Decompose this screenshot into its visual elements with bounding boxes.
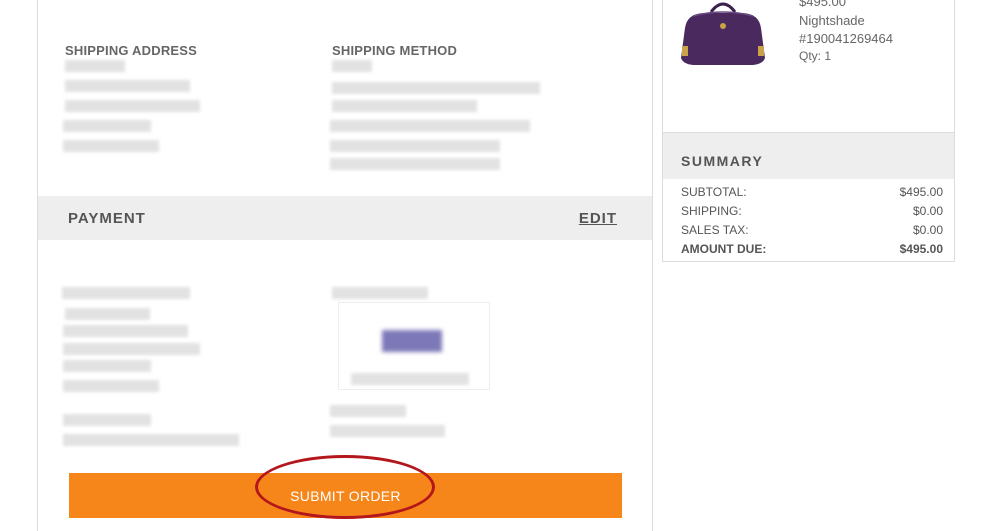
item-sku: #190041269464 (799, 31, 893, 46)
submit-order-button[interactable]: SUBMIT ORDER (69, 473, 622, 518)
edit-payment-link[interactable]: EDIT (579, 210, 617, 227)
payment-section-header: PAYMENT EDIT (38, 196, 652, 240)
summary-label: SHIPPING: (681, 204, 742, 218)
item-price: $495.00 (799, 0, 846, 9)
handbag-product-image (681, 2, 765, 65)
summary-label: AMOUNT DUE: (681, 242, 767, 256)
item-color: Nightshade (799, 13, 865, 28)
order-summary-panel: $495.00 Nightshade #190041269464 Qty: 1 … (662, 0, 955, 262)
summary-row-shipping: SHIPPING: $0.00 (681, 204, 943, 220)
summary-value: $495.00 (899, 185, 943, 199)
summary-row-amount-due: AMOUNT DUE: $495.00 (681, 242, 943, 258)
summary-value: $0.00 (912, 223, 943, 237)
summary-value: $0.00 (912, 204, 943, 218)
item-quantity: Qty: 1 (799, 49, 832, 63)
card-brand-icon (382, 330, 442, 352)
shipping-address-label: SHIPPING ADDRESS (65, 43, 198, 58)
summary-label: SUBTOTAL: (681, 185, 747, 199)
shipping-method-label: SHIPPING METHOD (332, 43, 458, 58)
summary-row-sales-tax: SALES TAX: $0.00 (681, 223, 943, 239)
summary-header: SUMMARY (663, 132, 954, 179)
summary-title: SUMMARY (681, 153, 764, 169)
summary-value: $495.00 (899, 242, 943, 256)
summary-label: SALES TAX: (681, 223, 749, 237)
summary-row-subtotal: SUBTOTAL: $495.00 (681, 185, 943, 201)
payment-title: PAYMENT (68, 210, 146, 227)
card-image (338, 302, 490, 390)
checkout-review-panel: SHIPPING ADDRESS SHIPPING METHOD PAYMENT… (37, 0, 653, 531)
